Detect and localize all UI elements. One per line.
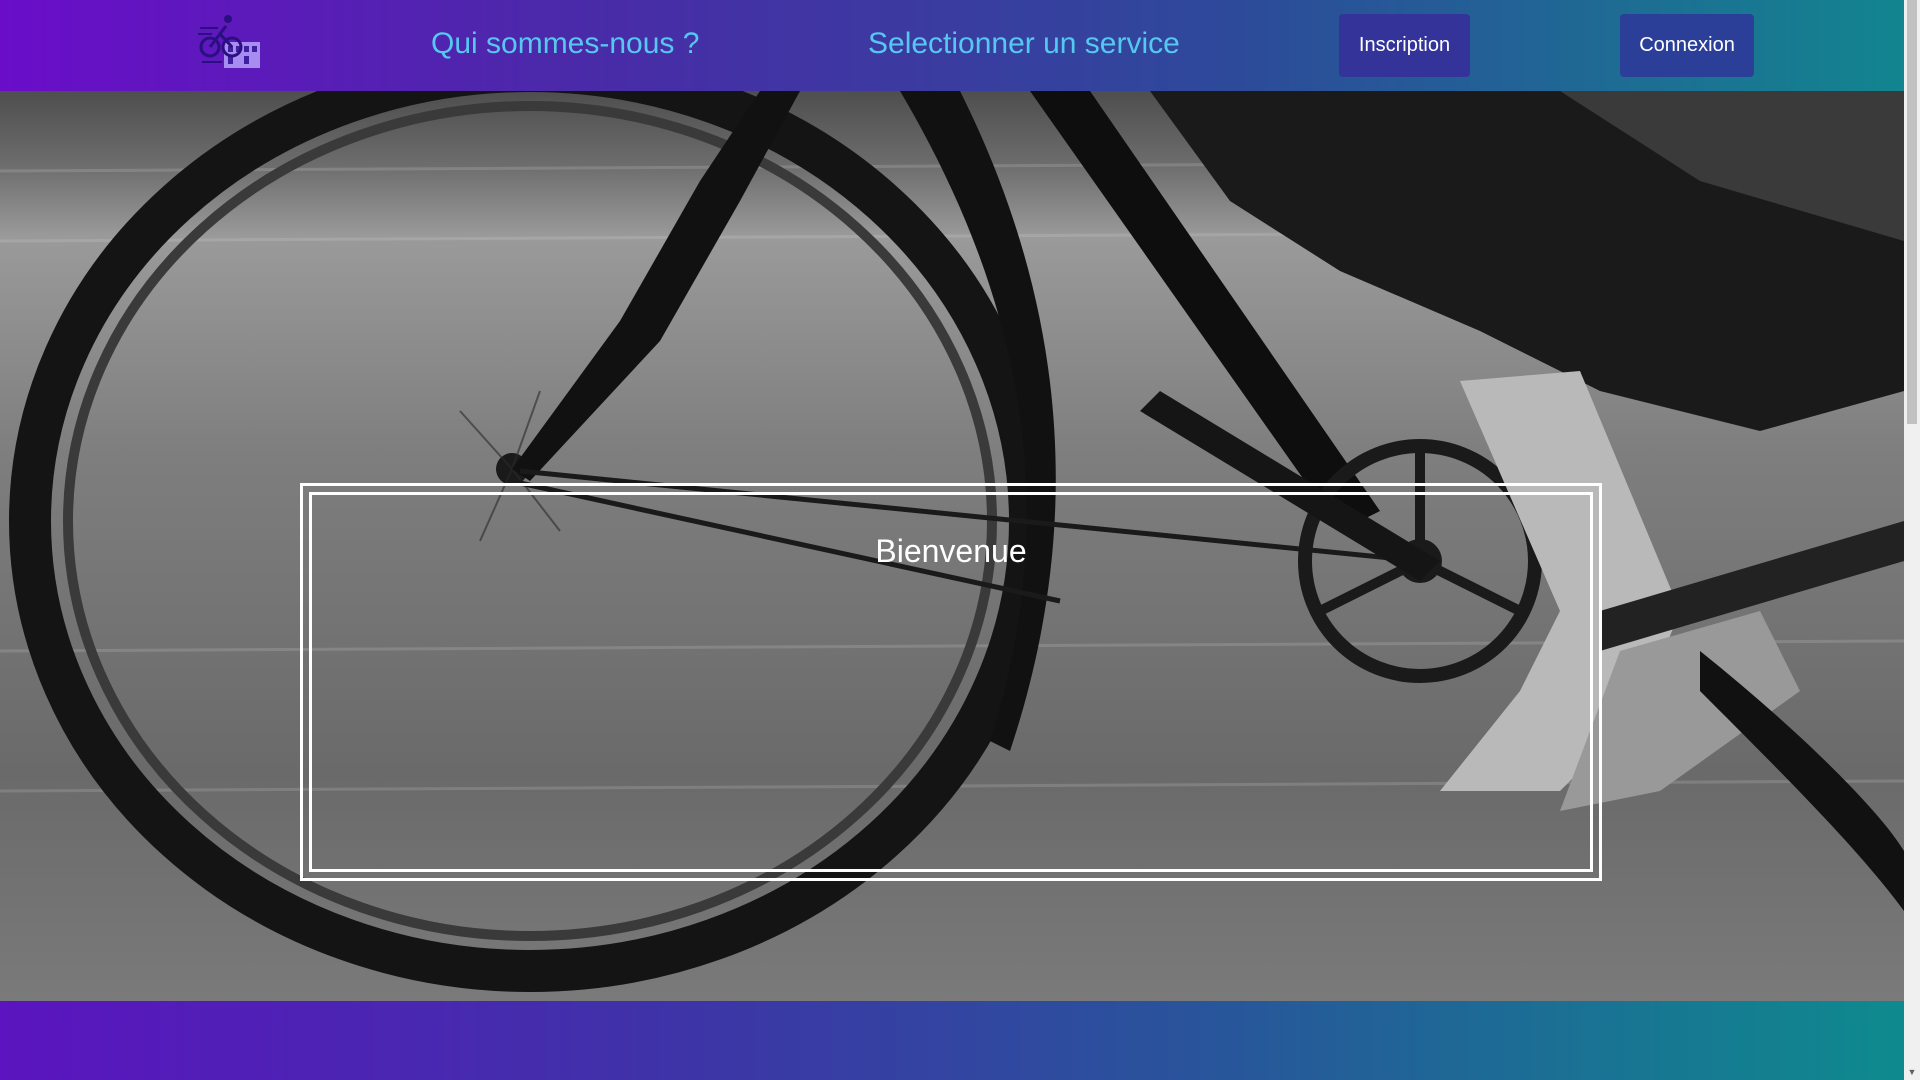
vertical-scrollbar[interactable]: ▼ bbox=[1904, 0, 1920, 1080]
scrollbar-thumb[interactable] bbox=[1907, 0, 1917, 424]
nav-link-about[interactable]: Qui sommes-nous ? bbox=[431, 26, 699, 62]
welcome-panel: Bienvenue bbox=[300, 483, 1602, 881]
scroll-down-arrow-icon[interactable]: ▼ bbox=[1904, 1064, 1920, 1080]
login-button[interactable]: Connexion bbox=[1620, 14, 1754, 77]
register-button[interactable]: Inscription bbox=[1339, 14, 1470, 77]
welcome-title: Bienvenue bbox=[875, 533, 1027, 569]
site-header: Qui sommes-nous ? Selectionner un servic… bbox=[0, 0, 1904, 91]
site-footer bbox=[0, 1001, 1904, 1080]
nav-link-select-service[interactable]: Selectionner un service bbox=[868, 26, 1180, 62]
page: Qui sommes-nous ? Selectionner un servic… bbox=[0, 0, 1904, 1080]
hero-section: Bienvenue bbox=[0, 91, 1904, 1001]
cyclist-logo-icon[interactable] bbox=[198, 12, 264, 74]
